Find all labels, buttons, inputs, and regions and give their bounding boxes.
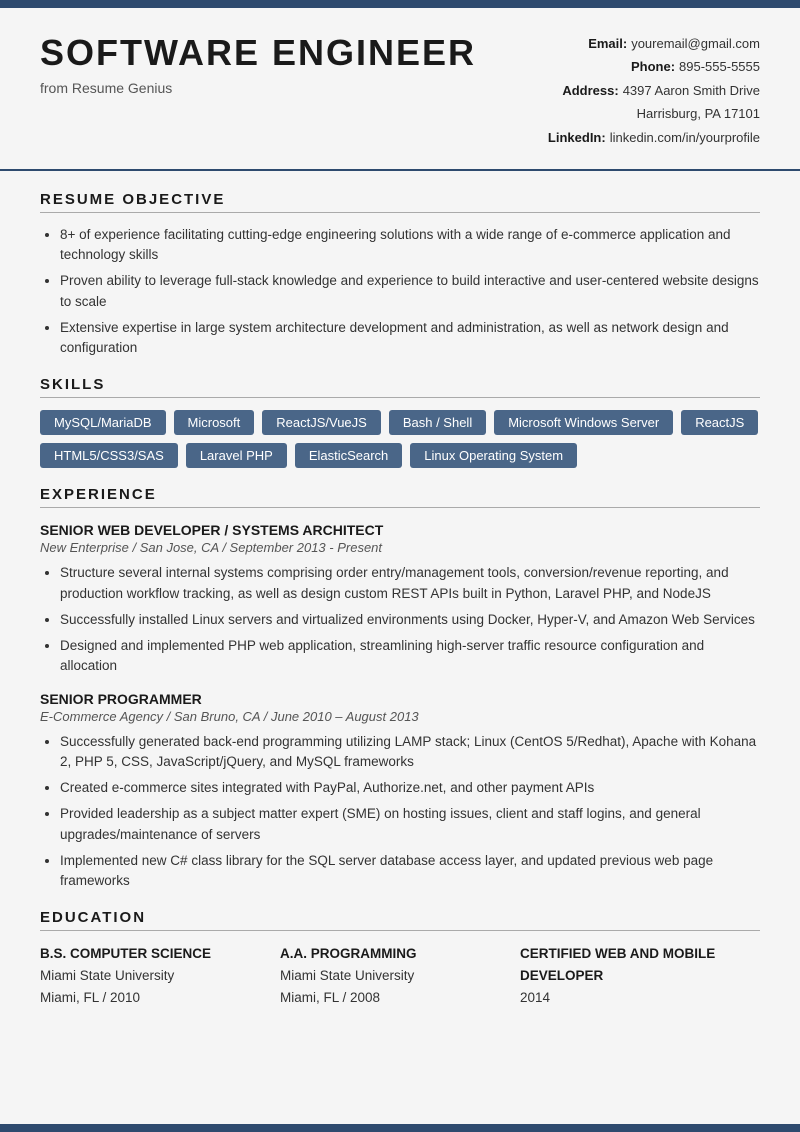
from-label: from Resume Genius: [40, 80, 500, 96]
edu-col-1: B.S. COMPUTER SCIENCE Miami State Univer…: [40, 943, 280, 1008]
list-item: Extensive expertise in large system arch…: [60, 318, 760, 359]
edu-col-2: A.A. PROGRAMMING Miami State University …: [280, 943, 520, 1008]
resume-page: SOFTWARE ENGINEER from Resume Genius Ema…: [0, 0, 800, 1132]
job-entry-1: SENIOR WEB DEVELOPER / SYSTEMS ARCHITECT…: [40, 522, 760, 676]
skill-badge: ReactJS: [681, 410, 758, 435]
skills-container: MySQL/MariaDB Microsoft ReactJS/VueJS Ba…: [40, 410, 760, 468]
skill-badge: Microsoft Windows Server: [494, 410, 673, 435]
objective-list: 8+ of experience facilitating cutting-ed…: [60, 225, 760, 359]
skill-badge: Linux Operating System: [410, 443, 577, 468]
email-row: Email: youremail@gmail.com: [500, 32, 760, 55]
skill-badge: MySQL/MariaDB: [40, 410, 166, 435]
job-title-1: SENIOR WEB DEVELOPER / SYSTEMS ARCHITECT: [40, 522, 760, 538]
email-value: youremail@gmail.com: [631, 32, 760, 55]
list-item: Structure several internal systems compr…: [60, 563, 760, 604]
edu-degree-3: CERTIFIED WEB AND MOBILE DEVELOPER: [520, 943, 760, 986]
edu-degree-1: B.S. COMPUTER SCIENCE: [40, 943, 280, 965]
address-label: Address:: [562, 79, 618, 126]
education-section: EDUCATION B.S. COMPUTER SCIENCE Miami St…: [40, 909, 760, 1008]
education-grid: B.S. COMPUTER SCIENCE Miami State Univer…: [40, 943, 760, 1008]
list-item: Implemented new C# class library for the…: [60, 851, 760, 892]
phone-label: Phone:: [631, 55, 675, 78]
experience-title: EXPERIENCE: [40, 486, 760, 508]
resume-header: SOFTWARE ENGINEER from Resume Genius Ema…: [0, 8, 800, 171]
skill-badge: Bash / Shell: [389, 410, 486, 435]
header-left: SOFTWARE ENGINEER from Resume Genius: [40, 32, 500, 96]
skill-badge: Laravel PHP: [186, 443, 287, 468]
phone-value: 895-555-5555: [679, 55, 760, 78]
list-item: Provided leadership as a subject matter …: [60, 804, 760, 845]
list-item: Successfully installed Linux servers and…: [60, 610, 760, 630]
edu-school-1: Miami State University: [40, 965, 280, 987]
skill-badge: ElasticSearch: [295, 443, 402, 468]
edu-degree-2: A.A. PROGRAMMING: [280, 943, 520, 965]
list-item: Proven ability to leverage full-stack kn…: [60, 271, 760, 312]
linkedin-row: LinkedIn: linkedin.com/in/yourprofile: [500, 126, 760, 149]
skill-badge: HTML5/CSS3/SAS: [40, 443, 178, 468]
education-title: EDUCATION: [40, 909, 760, 931]
list-item: Successfully generated back-end programm…: [60, 732, 760, 773]
edu-year-2: Miami, FL / 2008: [280, 987, 520, 1009]
job-subtitle-2: E-Commerce Agency / San Bruno, CA / June…: [40, 709, 760, 724]
bottom-accent-bar: [0, 1124, 800, 1132]
top-accent-bar: [0, 0, 800, 8]
skill-badge: Microsoft: [174, 410, 255, 435]
phone-row: Phone: 895-555-5555: [500, 55, 760, 78]
job-title: SOFTWARE ENGINEER: [40, 32, 500, 74]
skills-title: SKILLS: [40, 376, 760, 398]
list-item: 8+ of experience facilitating cutting-ed…: [60, 225, 760, 266]
skills-section: SKILLS MySQL/MariaDB Microsoft ReactJS/V…: [40, 376, 760, 468]
contact-info: Email: youremail@gmail.com Phone: 895-55…: [500, 32, 760, 149]
list-item: Designed and implemented PHP web applica…: [60, 636, 760, 677]
edu-school-2: Miami State University: [280, 965, 520, 987]
objective-section: RESUME OBJECTIVE 8+ of experience facili…: [40, 191, 760, 359]
list-item: Created e-commerce sites integrated with…: [60, 778, 760, 798]
skill-badge: ReactJS/VueJS: [262, 410, 381, 435]
edu-year-1: Miami, FL / 2010: [40, 987, 280, 1009]
job-title-2: SENIOR PROGRAMMER: [40, 691, 760, 707]
job-bullets-2: Successfully generated back-end programm…: [60, 732, 760, 892]
objective-title: RESUME OBJECTIVE: [40, 191, 760, 213]
job-bullets-1: Structure several internal systems compr…: [60, 563, 760, 676]
email-label: Email:: [588, 32, 627, 55]
job-entry-2: SENIOR PROGRAMMER E-Commerce Agency / Sa…: [40, 691, 760, 892]
edu-col-3: CERTIFIED WEB AND MOBILE DEVELOPER 2014: [520, 943, 760, 1008]
job-subtitle-1: New Enterprise / San Jose, CA / Septembe…: [40, 540, 760, 555]
main-content: RESUME OBJECTIVE 8+ of experience facili…: [0, 171, 800, 1056]
linkedin-value: linkedin.com/in/yourprofile: [610, 126, 760, 149]
address-row: Address: 4397 Aaron Smith Drive Harrisbu…: [500, 79, 760, 126]
edu-year-3: 2014: [520, 987, 760, 1009]
linkedin-label: LinkedIn:: [548, 126, 606, 149]
address-value: 4397 Aaron Smith Drive Harrisburg, PA 17…: [623, 79, 760, 126]
experience-section: EXPERIENCE SENIOR WEB DEVELOPER / SYSTEM…: [40, 486, 760, 891]
